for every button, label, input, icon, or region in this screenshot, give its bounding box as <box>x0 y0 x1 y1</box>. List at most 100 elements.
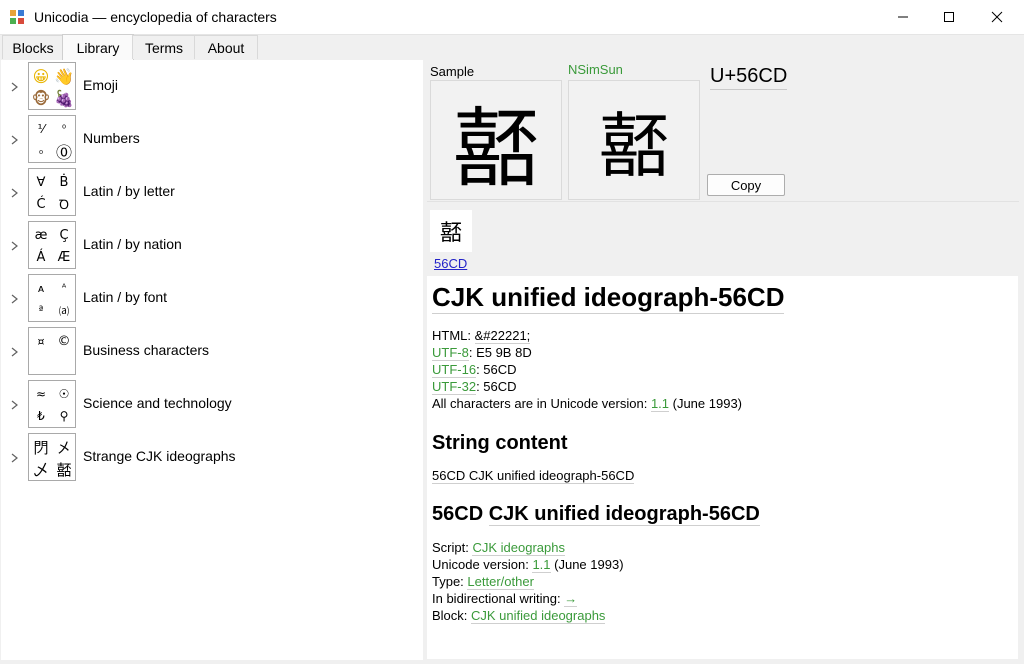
utf8-value: : E5 9B 8D <box>468 345 532 360</box>
thumb-glyph: ¤ <box>37 334 45 348</box>
thumb-glyph: Ć <box>36 196 46 212</box>
unicodia-logo-icon <box>10 10 24 24</box>
block-link[interactable]: CJK unified ideographs <box>471 608 606 624</box>
chevron-right-icon[interactable] <box>9 131 21 149</box>
thumb-glyph: 👋 <box>54 66 74 86</box>
chevron-right-icon[interactable] <box>9 237 21 255</box>
thumb-glyph: 㐅 <box>56 438 72 457</box>
library-tree[interactable]: 😀 👋 🐵 🍇 Emoji ⅟ ⁰ ₀ ⓪ Numbers ∀ Ḃ Ć Ꝺ La… <box>1 60 423 660</box>
codepoint-label: U+56CD <box>710 65 788 90</box>
library-item-latin-by-nation[interactable]: æ Ç Á Æ Latin / by nation <box>1 220 423 272</box>
bidi-line: In bidirectional writing: → <box>432 591 578 607</box>
maximize-icon <box>944 11 954 22</box>
library-item-strange-cjk-ideographs[interactable]: 閁 㐅 乄 嚭 Strange CJK ideographs <box>1 432 423 484</box>
chevron-right-icon[interactable] <box>9 290 21 308</box>
font-name-link[interactable]: NSimSun <box>568 62 623 77</box>
maximize-button[interactable] <box>926 0 972 33</box>
chevron-right-icon[interactable] <box>9 449 21 467</box>
category-thumbnail: ⅟ ⁰ ₀ ⓪ <box>28 115 76 163</box>
character-info-panel: CJK unified ideograph-56CD HTML: &#22221… <box>427 276 1018 659</box>
font-sample-glyph: 嚭 <box>568 80 700 200</box>
unicode-version-date: (June 1993) <box>550 557 624 572</box>
sub-heading-name: CJK unified ideograph-56CD <box>488 503 760 526</box>
window-title: Unicodia — encyclopedia of characters <box>34 9 277 25</box>
utf32-value: : 56CD <box>476 379 517 394</box>
tab-terms[interactable]: Terms <box>132 35 196 59</box>
utf32-link[interactable]: UTF-32 <box>432 379 477 395</box>
tab-library[interactable]: Library <box>62 34 134 60</box>
library-item-label: Latin / by letter <box>83 183 175 199</box>
library-item-emoji[interactable]: 😀 👋 🐵 🍇 Emoji <box>1 61 423 113</box>
version-link[interactable]: 1.1 <box>650 396 670 412</box>
html-value: &#22221; <box>474 328 531 344</box>
block-line: Block: CJK unified ideographs <box>432 608 606 624</box>
html-line: HTML: &#22221; <box>432 328 531 344</box>
library-item-latin-by-letter[interactable]: ∀ Ḃ Ć Ꝺ Latin / by letter <box>1 167 423 219</box>
minimize-icon <box>898 16 908 17</box>
utf16-link[interactable]: UTF-16 <box>432 362 477 378</box>
close-button[interactable] <box>974 0 1020 33</box>
library-item-latin-by-font[interactable]: ᴀ ᴬ ª ⒜ Latin / by font <box>1 273 423 325</box>
thumb-glyph: 乄 <box>33 460 49 479</box>
category-thumbnail: ᴀ ᴬ ª ⒜ <box>28 274 76 322</box>
version-prefix: All characters are in Unicode version: <box>432 396 651 411</box>
close-icon <box>991 11 1003 22</box>
thumb-glyph: 🐵 <box>31 88 51 108</box>
utf32-line: UTF-32: 56CD <box>432 379 517 395</box>
thumb-glyph: 閁 <box>33 438 49 457</box>
chevron-right-icon[interactable] <box>9 396 21 414</box>
version-line: All characters are in Unicode version: 1… <box>432 396 742 412</box>
thumb-glyph: ☉ <box>58 387 70 401</box>
thumb-glyph: © <box>57 333 71 349</box>
script-link[interactable]: CJK ideographs <box>472 540 565 556</box>
minimize-button[interactable] <box>880 0 926 33</box>
thumb-glyph: ⚲ <box>59 409 69 423</box>
title-bar: Unicodia — encyclopedia of characters <box>0 0 1024 35</box>
block-label: Block: <box>432 608 472 623</box>
sub-heading-code: 56CD <box>432 503 484 525</box>
thumb-glyph: ⒜ <box>59 306 69 318</box>
type-line: Type: Letter/other <box>432 574 534 590</box>
utf16-value: : 56CD <box>476 362 517 377</box>
tab-about[interactable]: About <box>194 35 258 59</box>
thumb-glyph: 嚭 <box>56 460 72 479</box>
library-item-label: Science and technology <box>83 395 232 411</box>
type-link[interactable]: Letter/other <box>467 574 534 590</box>
library-item-label: Strange CJK ideographs <box>83 448 236 464</box>
thumb-glyph: ≈ <box>35 387 47 401</box>
category-thumbnail: ≈ ☉ ₺ ⚲ <box>28 380 76 428</box>
sub-heading: 56CD CJK unified ideograph-56CD <box>432 503 760 526</box>
bidi-label: In bidirectional writing: <box>432 591 565 606</box>
string-content-value[interactable]: 56CD CJK unified ideograph-56CD <box>432 468 635 484</box>
thumb-glyph: Á <box>36 249 46 265</box>
thumb-glyph: Æ <box>57 249 71 265</box>
thumb-glyph: Ḃ <box>59 174 69 190</box>
library-item-label: Latin / by font <box>83 289 168 305</box>
thumb-glyph: ₺ <box>37 409 45 423</box>
character-tile-code[interactable]: 56CD <box>434 256 467 271</box>
character-name-heading: CJK unified ideograph-56CD <box>432 282 785 314</box>
character-tile[interactable]: 嚭 <box>430 210 472 252</box>
chevron-right-icon[interactable] <box>9 78 21 96</box>
string-content-heading: String content <box>432 432 568 454</box>
utf8-link[interactable]: UTF-8 <box>432 345 469 361</box>
library-item-numbers[interactable]: ⅟ ⁰ ₀ ⓪ Numbers <box>1 114 423 166</box>
sample-glyph: 嚭 <box>430 80 562 200</box>
chevron-right-icon[interactable] <box>9 184 21 202</box>
type-label: Type: <box>432 574 468 589</box>
category-thumbnail: ¤ © <box>28 327 76 375</box>
chevron-right-icon[interactable] <box>9 343 21 361</box>
unicode-version-label: Unicode version: <box>432 557 533 572</box>
thumb-glyph: ª <box>38 304 44 316</box>
unicode-version-link[interactable]: 1.1 <box>532 557 551 573</box>
thumb-glyph: ₀ <box>38 145 43 157</box>
tab-blocks[interactable]: Blocks <box>2 35 64 59</box>
bidi-link[interactable]: → <box>564 591 578 607</box>
thumb-glyph: ᴬ <box>61 282 67 294</box>
library-item-science-and-technology[interactable]: ≈ ☉ ₺ ⚲ Science and technology <box>1 379 423 431</box>
thumb-glyph: æ <box>34 227 48 243</box>
library-item-business-characters[interactable]: ¤ © Business characters <box>1 326 423 378</box>
copy-button[interactable]: Copy <box>707 174 785 196</box>
script-line: Script: CJK ideographs <box>432 540 565 556</box>
thumb-glyph: 🍇 <box>54 88 74 108</box>
